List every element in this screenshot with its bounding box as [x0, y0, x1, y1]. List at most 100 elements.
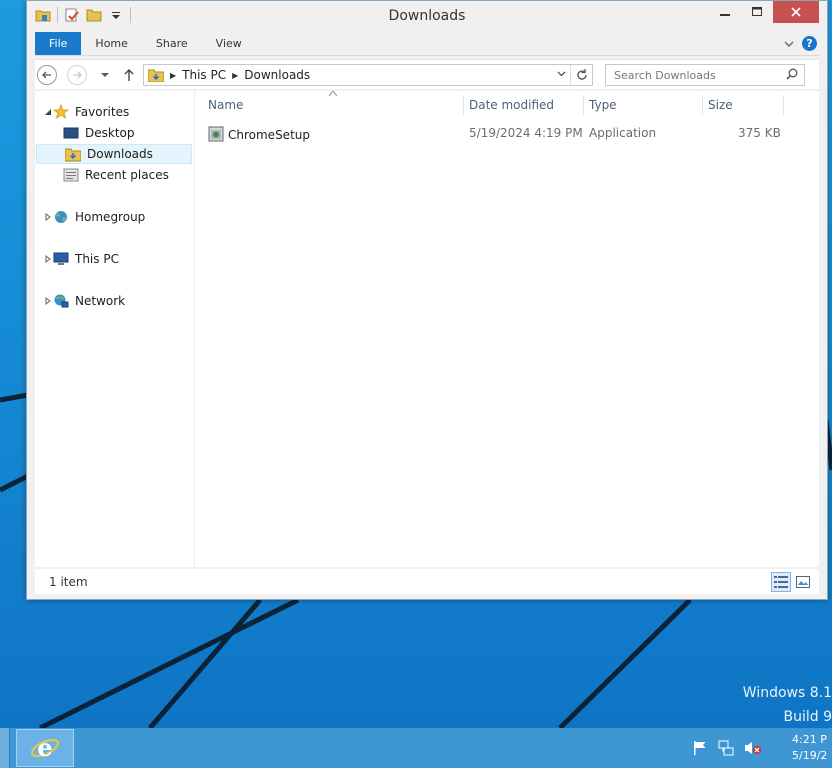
address-dropdown[interactable]	[552, 70, 570, 80]
breadcrumb-separator[interactable]: ▶	[168, 71, 178, 80]
minimize-icon	[720, 14, 730, 16]
file-list: Name Date modified Type Size ChromeSetup…	[205, 91, 819, 567]
nav-favorites-label: Favorites	[75, 105, 130, 119]
back-icon	[42, 71, 51, 79]
navigation-pane: Favorites Desktop Downloads Recent place…	[35, 91, 195, 567]
back-button[interactable]	[37, 65, 57, 85]
recent-locations-icon[interactable]	[101, 71, 109, 79]
status-item-count: 1 item	[49, 575, 88, 589]
column-divider[interactable]	[702, 95, 703, 115]
windows-watermark-line1: Windows 8.1	[742, 685, 832, 701]
table-row[interactable]: ChromeSetup 5/19/2024 4:19 PM Applicatio…	[205, 123, 785, 145]
column-divider[interactable]	[463, 95, 464, 115]
taskbar: e 4:21 P 5/19/2	[0, 728, 832, 768]
internet-explorer-icon: e	[31, 733, 59, 762]
refresh-button[interactable]	[570, 65, 592, 85]
network-icon[interactable]	[718, 740, 734, 756]
nav-homegroup-label: Homegroup	[75, 210, 146, 224]
nav-this-pc-label: This PC	[75, 252, 119, 266]
windows-watermark-line2: Build 9	[783, 709, 832, 725]
window-title: Downloads	[388, 8, 466, 24]
column-header-type[interactable]: Type	[589, 98, 617, 112]
close-icon	[791, 7, 801, 17]
tab-home[interactable]: Home	[81, 32, 141, 55]
ribbon-right-controls: ?	[784, 32, 819, 55]
maximize-button[interactable]	[741, 1, 773, 23]
desktop-icon	[63, 127, 79, 139]
network-icon	[54, 294, 69, 308]
volume-muted-icon[interactable]	[744, 740, 762, 756]
up-icon[interactable]	[123, 68, 135, 82]
help-icon[interactable]: ?	[802, 36, 817, 51]
ribbon-tab-bar: File Home Share View ?	[35, 32, 819, 56]
refresh-icon	[576, 69, 587, 80]
nav-item-recent-places[interactable]: Recent places	[63, 165, 169, 185]
taskbar-internet-explorer[interactable]: e	[16, 729, 74, 767]
homegroup-icon	[55, 211, 67, 223]
tab-file[interactable]: File	[35, 32, 82, 55]
details-view-button[interactable]	[771, 572, 791, 592]
breadcrumb-separator[interactable]: ▶	[230, 71, 240, 80]
svg-text:e: e	[37, 733, 52, 762]
clock-date: 5/19/2	[792, 749, 828, 762]
notification-tray	[692, 740, 762, 756]
column-header-name[interactable]: Name	[208, 98, 243, 112]
minimize-button[interactable]	[709, 1, 741, 23]
large-icons-view-button[interactable]	[793, 572, 813, 592]
search-box[interactable]	[605, 64, 805, 86]
column-divider[interactable]	[583, 95, 584, 115]
collapsed-arrow-icon[interactable]	[43, 213, 53, 221]
sort-ascending-icon	[329, 91, 337, 96]
close-button[interactable]	[773, 1, 819, 23]
breadcrumb-this-pc[interactable]: This PC	[178, 68, 230, 82]
nav-favorites[interactable]: Favorites	[43, 102, 129, 122]
start-button-edge[interactable]	[0, 728, 10, 768]
search-input[interactable]	[606, 65, 776, 85]
favorites-star-icon	[53, 104, 69, 119]
nav-item-downloads[interactable]: Downloads	[36, 144, 192, 164]
window-controls	[709, 1, 819, 23]
action-center-flag-icon[interactable]	[692, 740, 708, 756]
title-bar[interactable]: Downloads	[27, 1, 827, 31]
tab-share[interactable]: Share	[142, 32, 202, 55]
nav-homegroup[interactable]: Homegroup	[43, 207, 145, 227]
downloads-folder-icon	[65, 148, 81, 162]
application-icon	[208, 126, 224, 142]
collapsed-arrow-icon[interactable]	[43, 255, 53, 263]
status-bar: 1 item	[35, 568, 819, 594]
file-name-cell[interactable]: ChromeSetup	[208, 126, 310, 142]
recent-places-icon	[63, 168, 79, 182]
column-header-date-modified[interactable]: Date modified	[469, 98, 554, 112]
collapsed-arrow-icon[interactable]	[43, 297, 53, 305]
nav-this-pc[interactable]: This PC	[43, 249, 119, 269]
nav-item-label: Recent places	[85, 168, 169, 182]
maximize-icon	[752, 7, 762, 16]
computer-icon	[53, 252, 69, 265]
nav-item-label: Downloads	[87, 147, 153, 161]
details-view-icon	[774, 576, 788, 588]
address-bar[interactable]: ▶ This PC ▶ Downloads	[143, 64, 593, 86]
expanded-arrow-icon[interactable]	[43, 108, 53, 116]
downloads-folder-icon	[148, 69, 164, 82]
file-type: Application	[589, 126, 657, 140]
nav-item-label: Desktop	[85, 126, 135, 140]
forward-button[interactable]	[67, 65, 87, 85]
forward-icon	[73, 71, 82, 79]
taskbar-clock[interactable]: 4:21 P 5/19/2	[792, 732, 832, 764]
chevron-down-icon	[557, 71, 566, 77]
breadcrumb-downloads[interactable]: Downloads	[240, 68, 314, 82]
file-name: ChromeSetup	[228, 128, 310, 142]
tab-view[interactable]: View	[202, 32, 256, 55]
content-area: Favorites Desktop Downloads Recent place…	[35, 91, 819, 567]
search-icon[interactable]	[786, 68, 798, 80]
column-header-size[interactable]: Size	[708, 98, 733, 112]
file-size: 375 KB	[738, 126, 781, 140]
column-divider[interactable]	[783, 95, 784, 115]
large-icons-view-icon	[796, 576, 810, 588]
expand-ribbon-icon[interactable]	[784, 40, 794, 48]
nav-network[interactable]: Network	[43, 291, 125, 311]
address-toolbar: ▶ This PC ▶ Downloads	[35, 59, 819, 89]
column-header-row: Name Date modified Type Size	[205, 91, 819, 119]
nav-item-desktop[interactable]: Desktop	[63, 123, 135, 143]
nav-network-label: Network	[75, 294, 126, 308]
